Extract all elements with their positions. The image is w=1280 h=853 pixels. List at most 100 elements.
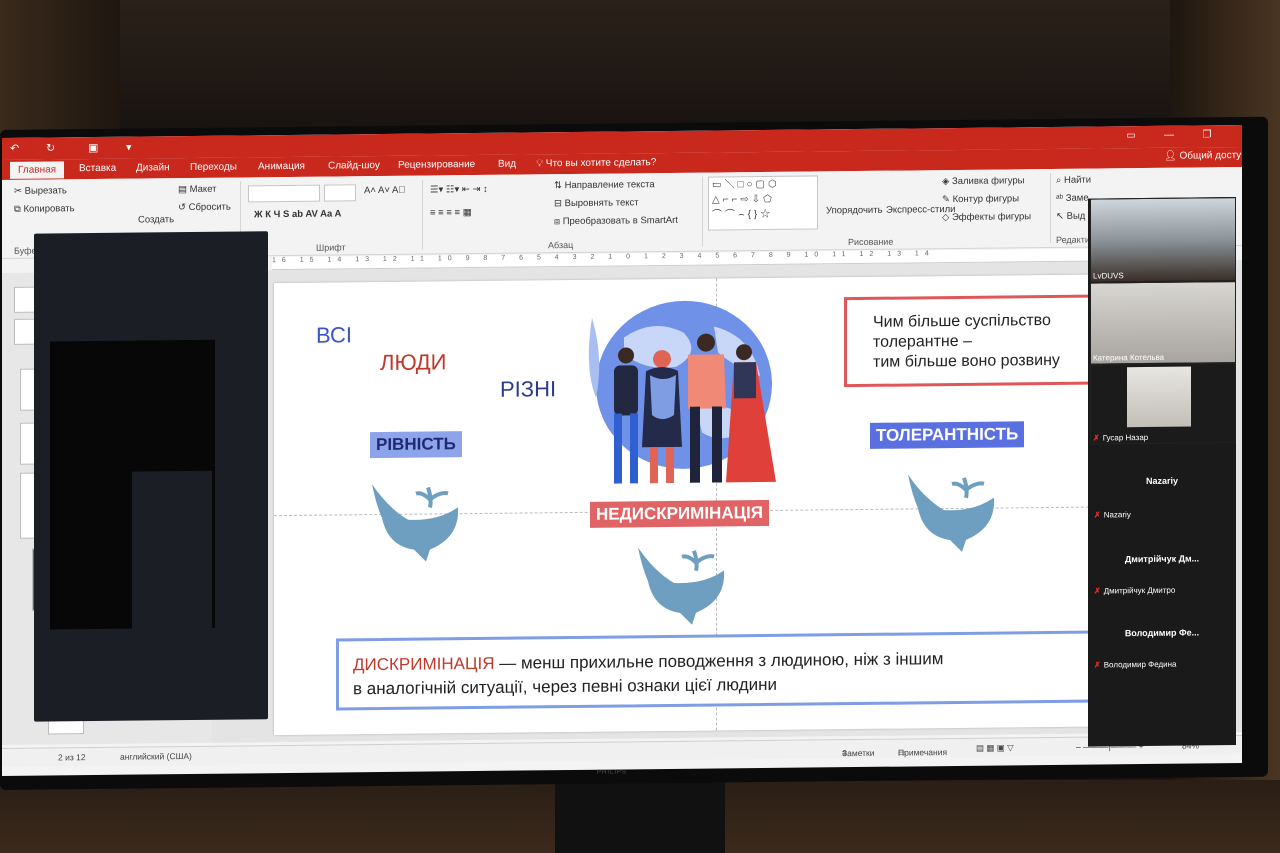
group-separator: [1050, 172, 1051, 244]
definition-line-1-text: — менш прихильне поводження з людиною, н…: [494, 649, 944, 673]
scissors-icon: ✂: [14, 185, 25, 197]
whale-icon: [372, 484, 459, 562]
find-button[interactable]: ⌕ Найти: [1056, 175, 1091, 186]
lightbulb-icon: 💡︎: [536, 158, 546, 170]
align-text-icon: ⊟: [554, 198, 565, 210]
font-format-buttons[interactable]: Ж К Ч S ab AV Aa A: [254, 208, 341, 220]
tab-home[interactable]: Главная: [10, 161, 65, 179]
monitor-brand: PHILIPS: [597, 769, 628, 776]
layout-icon: ▤: [178, 184, 190, 196]
quote-line-3: тим більше воно розвину: [873, 351, 1060, 371]
share-button[interactable]: 👤︎ Общий досту: [1164, 150, 1241, 162]
person-icon: 👤︎: [1164, 150, 1180, 162]
participant-name: Катерина Котельва: [1093, 352, 1165, 363]
reset-icon: ↺: [178, 202, 189, 214]
tab-transitions[interactable]: Переходы: [190, 162, 237, 173]
tab-animations[interactable]: Анимация: [258, 161, 305, 172]
editing-group-label: Редакти: [1056, 234, 1090, 245]
participant-name: LvDUVS: [1093, 271, 1124, 281]
participant-video[interactable]: Катерина Котельва: [1090, 281, 1236, 365]
smartart-button[interactable]: ⧈ Преобразовать в SmartArt: [554, 215, 678, 227]
whale-icon: [908, 474, 995, 552]
tell-me-label: Что вы хотите сделать?: [545, 157, 657, 170]
cut-button[interactable]: ✂ Вырезать: [14, 185, 67, 197]
participant-display-name: Дмитрійчук Дм...: [1124, 553, 1200, 565]
arrange-button[interactable]: Упорядочить: [826, 205, 883, 217]
redaction-block: [132, 470, 212, 632]
shape-outline-button[interactable]: ✎ Контур фигуры: [942, 193, 1019, 205]
participant-name[interactable]: ✗ Nazariy: [1094, 510, 1131, 519]
word-all: ВСІ: [316, 322, 352, 348]
tv-stand: [555, 780, 725, 853]
participant-name[interactable]: ✗ Дмитрійчук Дмитро: [1094, 586, 1175, 596]
nondiscrimination-label: НЕДИСКРИМІНАЦІЯ: [590, 499, 769, 528]
undo-button[interactable]: ↶: [10, 142, 19, 155]
powerpoint-window: ↶ ↻ ▣ ▾ ▭ — ❐ Главная Вставка Дизайн Пер…: [2, 124, 1242, 776]
pen-icon: ✎: [942, 194, 953, 206]
copy-button[interactable]: ⧉ Копировать: [14, 203, 75, 215]
paragraph-group-label: Абзац: [548, 239, 574, 251]
word-different: РІЗНІ: [500, 376, 557, 402]
tab-insert[interactable]: Вставка: [79, 163, 116, 174]
participant-video[interactable]: LvDUVS: [1090, 197, 1236, 283]
effects-icon: ◇: [942, 212, 952, 224]
muted-mic-icon: ✗: [1094, 510, 1101, 520]
align-text-button[interactable]: ⊟ Выровнять текст: [554, 197, 639, 209]
participant-name: ✗ Гусар Назар: [1093, 432, 1149, 443]
definition-term: ДИСКРИМІНАЦІЯ: [353, 653, 495, 675]
shape-fill-button[interactable]: ◈ Заливка фигуры: [942, 175, 1025, 187]
select-button[interactable]: ↖ Выд: [1056, 211, 1085, 222]
font-size-combo[interactable]: [324, 184, 356, 202]
participant-video[interactable]: ✗ Гусар Назар: [1090, 363, 1236, 445]
share-label: Общий досту: [1179, 150, 1242, 162]
list-buttons[interactable]: ☰▾ ☷▾ ⇤ ⇥ ↕: [430, 184, 488, 196]
font-size-grow-shrink[interactable]: A˄ A˅ A⃠: [364, 185, 405, 196]
people-globe-illustration: [588, 300, 776, 484]
shapes-gallery[interactable]: ▭＼□○▢⬡ △⌐⌐⇨⇩⬠ ⌒⌒⌢{}☆: [708, 175, 818, 231]
view-buttons[interactable]: ▤ ▦ ▣ ▽: [976, 742, 1014, 753]
definition-line-1: ДИСКРИМІНАЦІЯ — менш прихильне поводженн…: [353, 649, 943, 675]
tab-view[interactable]: Вид: [498, 159, 516, 170]
tab-slideshow[interactable]: Слайд-шоу: [328, 160, 380, 172]
minimize-icon[interactable]: —: [1162, 130, 1176, 142]
participant-name[interactable]: ✗ Володимир Федина: [1094, 660, 1176, 670]
participant-camera-feed: [1127, 366, 1191, 428]
muted-mic-icon: ✗: [1094, 586, 1101, 596]
tolerance-label: ТОЛЕРАНТНІСТЬ: [870, 421, 1025, 449]
slide[interactable]: ВСІ ЛЮДИ РІЗНІ Чим більше суспільство то…: [274, 274, 1134, 736]
slideshow-icon[interactable]: ▣: [88, 141, 98, 154]
discrimination-definition-box: ДИСКРИМІНАЦІЯ — менш прихильне поводженн…: [336, 630, 1096, 711]
align-buttons[interactable]: ≡ ≡ ≡ ≡ ▦: [430, 207, 472, 218]
tell-me-search[interactable]: 💡︎ Что вы хотите сделать?: [536, 157, 656, 169]
tab-design[interactable]: Дизайн: [136, 162, 170, 173]
reset-button[interactable]: ↺ Сбросить: [178, 202, 231, 214]
font-name-combo[interactable]: [248, 184, 320, 203]
font-group-label: Шрифт: [316, 242, 346, 253]
restore-icon[interactable]: ❐: [1200, 129, 1214, 141]
word-people: ЛЮДИ: [380, 349, 447, 376]
group-separator: [422, 179, 423, 250]
muted-mic-icon: ✗: [1093, 433, 1100, 443]
whale-icon: [638, 547, 725, 625]
tab-review[interactable]: Рецензирование: [398, 159, 475, 171]
group-separator: [702, 176, 703, 247]
zoom-participants-panel: LvDUVS Катерина Котельва ✗ Гусар Назар Na…: [1088, 197, 1236, 747]
drawing-group-label: Рисование: [848, 236, 894, 248]
redo-button[interactable]: ↻: [46, 141, 55, 154]
equality-label: РІВНІСТЬ: [370, 431, 462, 459]
smartart-icon: ⧈: [554, 216, 563, 228]
slide-counter: 2 из 12: [58, 752, 86, 763]
customize-qat-icon[interactable]: ▾: [126, 141, 132, 154]
tolerance-quote-box: Чим більше суспільство толерантне – тим …: [844, 294, 1124, 388]
layout-button[interactable]: ▤ Макет: [178, 184, 217, 195]
new-slide-button[interactable]: Создать: [138, 214, 174, 225]
muted-mic-icon: ✗: [1094, 660, 1101, 670]
quote-line-1: Чим більше суспільство: [873, 311, 1051, 331]
language-indicator[interactable]: английский (США): [120, 751, 192, 762]
ribbon-display-icon[interactable]: ▭: [1124, 130, 1138, 142]
paint-bucket-icon: ◈: [942, 176, 952, 188]
shape-effects-button[interactable]: ◇ Эффекты фигуры: [942, 211, 1031, 223]
text-direction-button[interactable]: ⇅ Направление текста: [554, 179, 655, 191]
replace-button[interactable]: ᵃᵇ Заме: [1056, 193, 1089, 204]
definition-line-2: в аналогічній ситуації, через певні озна…: [353, 674, 777, 699]
